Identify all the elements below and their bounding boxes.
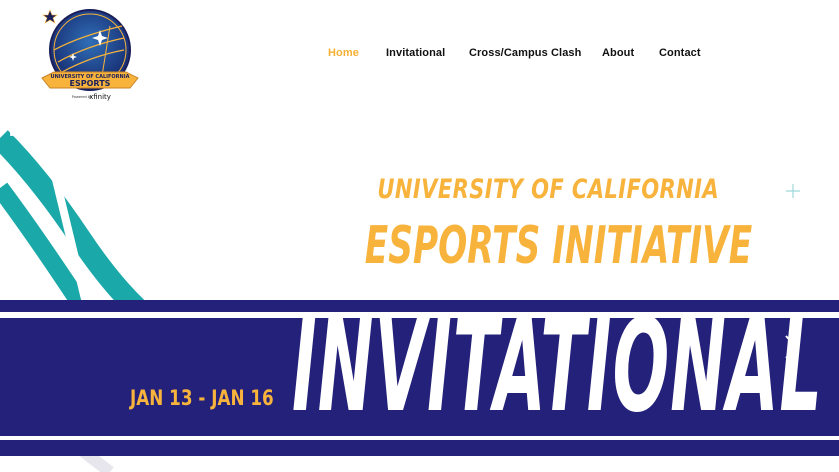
hero-title-line2: ESPORTS INITIATIVE	[364, 216, 753, 276]
hero-title-line1: UNIVERSITY OF CALIFORNIA	[377, 174, 720, 205]
hero-banner: UNIVERSITY OF CALIFORNIA ESPORTS INITIAT…	[0, 118, 839, 472]
sparkle-icon	[786, 184, 800, 198]
chevron-right-icon	[785, 335, 798, 359]
svg-text:ESPORTS: ESPORTS	[70, 79, 111, 88]
nav-invitational[interactable]: Invitational	[386, 47, 445, 59]
nav-about[interactable]: About	[602, 47, 634, 59]
nav-home[interactable]: Home	[328, 47, 359, 59]
hero-invitational-text: INVITATIONAL	[292, 292, 823, 441]
logo-emblem: UNIVERSITY OF CALIFORNIA ESPORTS Powered…	[41, 9, 139, 101]
slideshow-next-button[interactable]	[781, 332, 801, 362]
main-nav: Home Invitational Cross/Campus Clash Abo…	[320, 47, 720, 65]
uc-esports-logo[interactable]: UNIVERSITY OF CALIFORNIA ESPORTS Powered…	[40, 6, 140, 104]
nav-cross-campus-clash[interactable]: Cross/Campus Clash	[469, 47, 581, 59]
nav-contact[interactable]: Contact	[659, 47, 701, 59]
hero-event-dates: JAN 13 - JAN 16	[130, 386, 274, 410]
svg-text:xfinity: xfinity	[89, 93, 111, 101]
site-header: UNIVERSITY OF CALIFORNIA ESPORTS Powered…	[0, 0, 839, 118]
